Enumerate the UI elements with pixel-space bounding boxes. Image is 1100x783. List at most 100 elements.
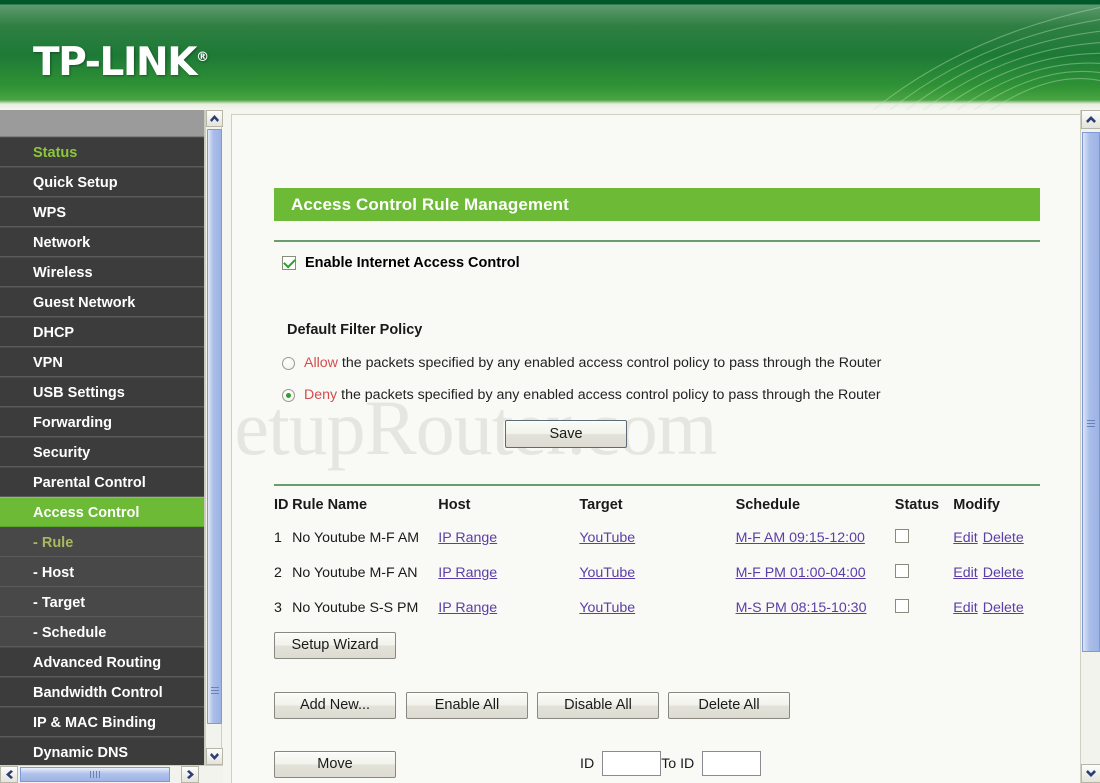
- page-scroll-up-icon[interactable]: [1081, 110, 1100, 129]
- page-scroll-down-icon[interactable]: [1081, 764, 1100, 783]
- setup-wizard-button[interactable]: Setup Wizard: [274, 632, 396, 659]
- sidebar-navigation: Status Quick Setup WPS Network Wireless Guest…: [0, 110, 205, 765]
- rule-edit-link[interactable]: Edit: [953, 600, 977, 616]
- rule-name-cell: No Youtube M-F AN: [292, 564, 438, 599]
- rule-schedule-link[interactable]: M-F PM 01:00-04:00: [736, 565, 866, 581]
- rule-schedule-link[interactable]: M-S PM 08:15-10:30: [736, 600, 867, 616]
- rule-target-link[interactable]: YouTube: [579, 565, 635, 581]
- sidebar-item-security[interactable]: Security: [0, 437, 204, 467]
- sidebar-item-rule[interactable]: - Rule: [0, 527, 204, 557]
- sidebar-hscroll-thumb[interactable]: [20, 767, 170, 782]
- sidebar-horizontal-scrollbar[interactable]: [0, 765, 223, 783]
- rule-id-cell: 2: [274, 564, 292, 599]
- sidebar-item-label: - Rule: [33, 535, 74, 551]
- enable-access-control-checkbox[interactable]: [282, 256, 296, 270]
- sidebar-item-guest-network[interactable]: Guest Network: [0, 287, 204, 317]
- rule-delete-link[interactable]: Delete: [983, 530, 1024, 546]
- rule-edit-link[interactable]: Edit: [953, 530, 977, 546]
- sidebar-scroll-right-icon[interactable]: [181, 766, 199, 783]
- sidebar-item-schedule[interactable]: - Schedule: [0, 617, 204, 647]
- sidebar-item-bandwidth-control[interactable]: Bandwidth Control: [0, 677, 204, 707]
- rule-id-cell: 1: [274, 529, 292, 564]
- sidebar-item-ip-mac-binding[interactable]: IP & MAC Binding: [0, 707, 204, 737]
- allow-radio-button[interactable]: [282, 356, 295, 370]
- sidebar-scroll-up-icon[interactable]: [206, 110, 223, 127]
- rule-name-cell: No Youtube S-S PM: [292, 599, 438, 634]
- column-header-modify: Modify: [953, 497, 1000, 513]
- sidebar-item-access-control[interactable]: Access Control: [0, 497, 204, 527]
- move-to-id-input[interactable]: [702, 751, 762, 776]
- sidebar-item-wireless[interactable]: Wireless: [0, 257, 204, 287]
- page-vertical-scrollbar[interactable]: [1080, 110, 1100, 783]
- delete-all-button[interactable]: Delete All: [668, 692, 790, 719]
- filter-policy-allow-option[interactable]: Allow the packets specified by any enabl…: [282, 355, 881, 371]
- move-id-row: ID To ID: [580, 751, 762, 776]
- page-scroll-thumb[interactable]: [1082, 132, 1100, 652]
- filter-policy-deny-option[interactable]: Deny the packets specified by any enable…: [282, 387, 881, 403]
- rule-status-checkbox[interactable]: [894, 599, 909, 613]
- add-new-button[interactable]: Add New...: [274, 692, 396, 719]
- sidebar-item-wps[interactable]: WPS: [0, 197, 204, 227]
- rule-status-cell: [894, 564, 953, 599]
- enable-all-button[interactable]: Enable All: [406, 692, 528, 719]
- sidebar-item-dhcp[interactable]: DHCP: [0, 317, 204, 347]
- rule-status-checkbox[interactable]: [894, 564, 909, 578]
- default-filter-policy-heading: Default Filter Policy: [287, 322, 423, 338]
- sidebar-item-host[interactable]: - Host: [0, 557, 204, 587]
- rule-target-link[interactable]: YouTube: [579, 600, 635, 616]
- column-header-rule-name: Rule Name: [292, 497, 368, 513]
- sidebar-item-target[interactable]: - Target: [0, 587, 204, 617]
- rule-edit-link[interactable]: Edit: [953, 565, 977, 581]
- sidebar-item-label: Status: [33, 145, 78, 161]
- rule-schedule-link-cell: M-F AM 09:15-12:00: [736, 529, 895, 564]
- rule-host-link-cell: IP Range: [438, 564, 579, 599]
- rule-host-link[interactable]: IP Range: [438, 530, 497, 546]
- move-id-input[interactable]: [602, 751, 662, 776]
- column-header-target: Target: [579, 497, 623, 513]
- rule-host-link[interactable]: IP Range: [438, 600, 497, 616]
- sidebar-item-label: IP & MAC Binding: [33, 715, 156, 731]
- column-header-host: Host: [438, 497, 471, 513]
- enable-access-control-label: Enable Internet Access Control: [305, 255, 520, 271]
- sidebar-item-advanced-routing[interactable]: Advanced Routing: [0, 647, 204, 677]
- section-divider-top: [274, 240, 1040, 242]
- sidebar-item-dynamic-dns[interactable]: Dynamic DNS: [0, 737, 204, 765]
- sidebar-item-network[interactable]: Network: [0, 227, 204, 257]
- sidebar-item-status[interactable]: Status: [0, 137, 204, 167]
- sidebar-item-label: - Target: [33, 595, 86, 611]
- rule-delete-link[interactable]: Delete: [983, 565, 1024, 581]
- deny-radio-button[interactable]: [282, 388, 295, 402]
- sidebar-item-label: - Host: [33, 565, 75, 581]
- save-button[interactable]: Save: [505, 420, 627, 448]
- rule-id-cell: 3: [274, 599, 292, 634]
- rule-status-cell: [894, 599, 953, 634]
- sidebar-vertical-scrollbar[interactable]: [205, 110, 223, 765]
- sidebar-item-usb-settings[interactable]: USB Settings: [0, 377, 204, 407]
- rule-modify-cell: Edit Delete: [953, 599, 1044, 634]
- sidebar-item-label: USB Settings: [33, 385, 125, 401]
- sidebar-item-label: Bandwidth Control: [33, 685, 163, 701]
- rule-target-link-cell: YouTube: [579, 564, 735, 599]
- sidebar-item-label: Dynamic DNS: [33, 745, 129, 761]
- sidebar-scroll-thumb[interactable]: [207, 129, 222, 724]
- sidebar-item-forwarding[interactable]: Forwarding: [0, 407, 204, 437]
- sidebar-item-label: Network: [33, 235, 91, 251]
- header-swoosh-decoration: [872, 6, 1100, 110]
- rule-schedule-link[interactable]: M-F AM 09:15-12:00: [736, 530, 865, 546]
- sidebar-scroll-down-icon[interactable]: [206, 748, 223, 765]
- move-button[interactable]: Move: [274, 751, 396, 778]
- disable-all-button[interactable]: Disable All: [537, 692, 659, 719]
- sidebar-item-quick-setup[interactable]: Quick Setup: [0, 167, 204, 197]
- sidebar-scroll-left-icon[interactable]: [0, 766, 18, 783]
- rule-modify-cell: Edit Delete: [953, 564, 1044, 599]
- sidebar-item-vpn[interactable]: VPN: [0, 347, 204, 377]
- sidebar-item-parental-control[interactable]: Parental Control: [0, 467, 204, 497]
- rule-target-link[interactable]: YouTube: [579, 530, 635, 546]
- rule-host-link[interactable]: IP Range: [438, 565, 497, 581]
- enable-access-control-row[interactable]: Enable Internet Access Control: [282, 255, 520, 271]
- sidebar-scroll-grip-icon: [210, 685, 219, 696]
- rule-status-checkbox[interactable]: [894, 529, 909, 543]
- sidebar-item-label: VPN: [33, 355, 63, 371]
- sidebar-item-label: DHCP: [33, 325, 75, 341]
- rule-delete-link[interactable]: Delete: [983, 600, 1024, 616]
